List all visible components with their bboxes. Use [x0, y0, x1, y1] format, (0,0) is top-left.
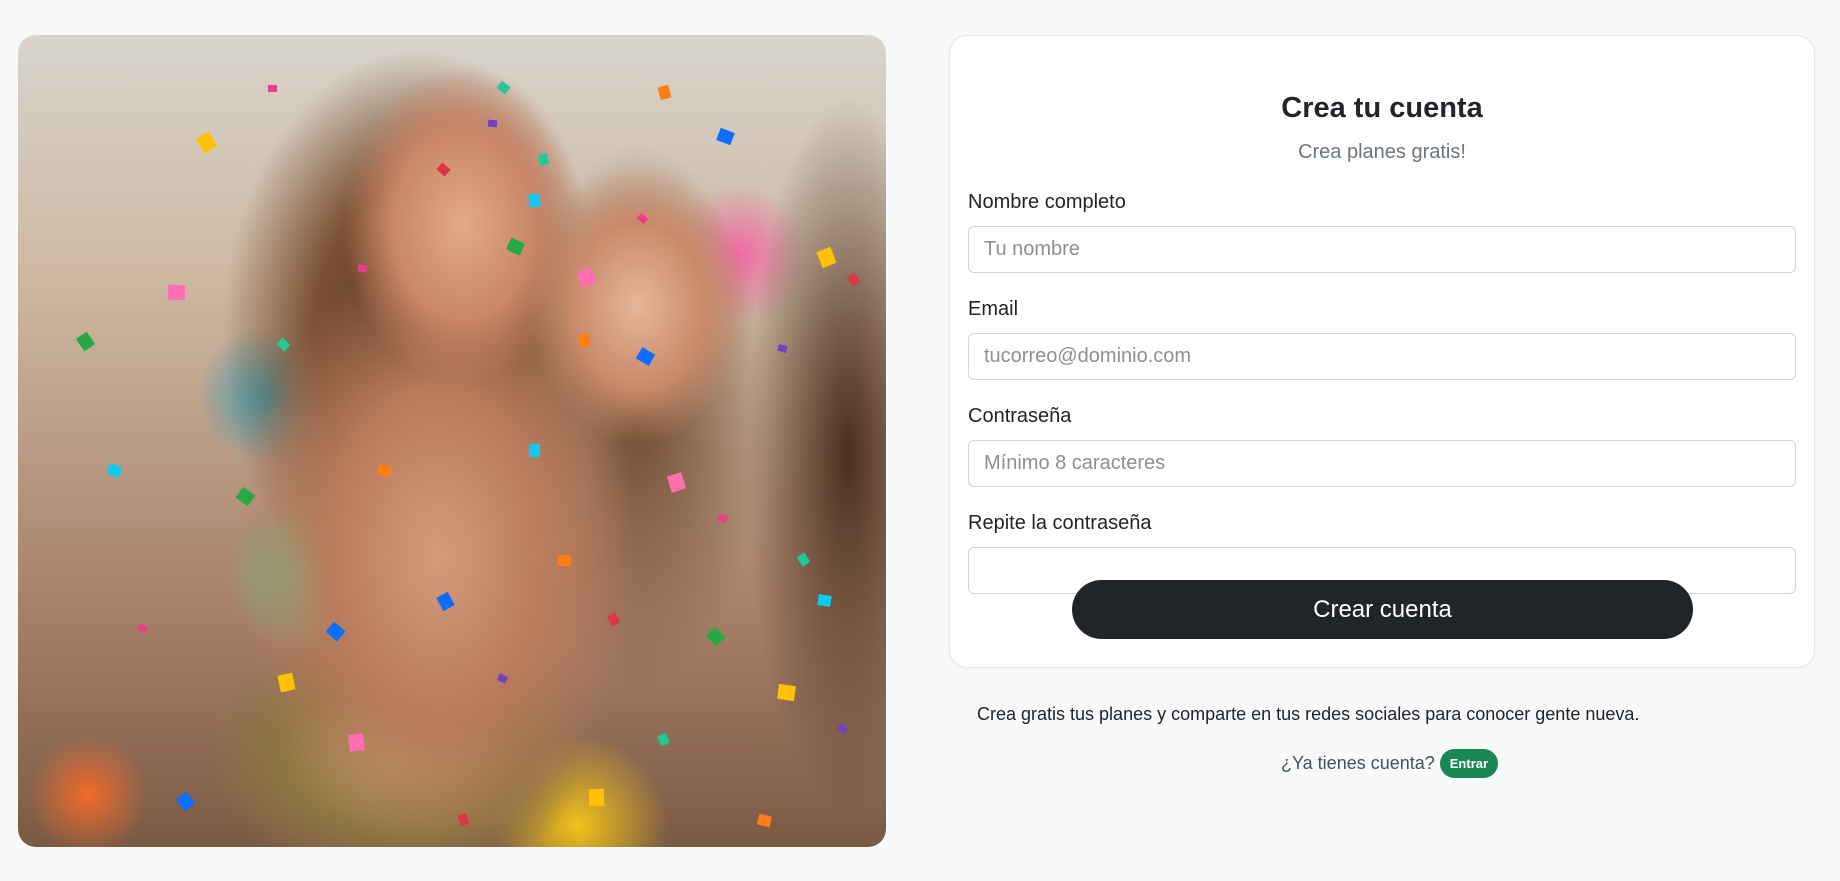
confetti-piece — [376, 462, 393, 479]
confetti-piece — [75, 331, 96, 352]
confetti-piece — [716, 127, 735, 146]
confetti-piece — [457, 812, 470, 827]
confetti-piece — [836, 723, 849, 734]
confetti-piece — [705, 626, 726, 647]
confetti-piece — [167, 284, 186, 301]
confetti-piece — [505, 237, 526, 256]
form-subtitle: Crea planes gratis! — [1298, 141, 1466, 163]
password-input[interactable] — [968, 440, 1796, 487]
confetti-piece — [527, 193, 542, 208]
login-button[interactable]: Entrar — [1439, 749, 1499, 778]
confetti-piece — [816, 246, 837, 269]
confetti-piece — [277, 672, 296, 693]
name-input[interactable] — [968, 226, 1796, 273]
confetti-piece — [575, 266, 598, 289]
confetti-piece — [578, 333, 591, 348]
email-label: Email — [968, 298, 1019, 320]
confetti-piece — [606, 612, 621, 627]
confetti-piece — [588, 788, 605, 807]
signup-page: Crea tu cuenta Crea planes gratis! Nombr… — [0, 0, 1840, 881]
confetti-piece — [777, 343, 788, 354]
confetti-piece — [777, 683, 796, 702]
form-title: Crea tu cuenta — [1281, 92, 1483, 124]
confetti-piece — [276, 337, 291, 352]
login-row: ¿Ya tienes cuenta? Entrar — [1281, 749, 1499, 778]
confetti-piece — [657, 84, 672, 101]
create-account-button[interactable]: Crear cuenta — [1072, 580, 1693, 639]
email-input[interactable] — [968, 333, 1796, 380]
confetti-piece — [796, 552, 811, 567]
confetti-piece — [348, 733, 365, 752]
confetti-piece — [666, 472, 687, 493]
confetti-piece — [537, 153, 550, 166]
confetti-piece — [557, 554, 572, 567]
confetti-piece — [717, 513, 728, 524]
confetti-piece — [496, 80, 511, 95]
confetti-piece — [528, 443, 541, 458]
confetti-piece — [846, 272, 861, 287]
login-question: ¿Ya tienes cuenta? — [1281, 753, 1435, 773]
promo-text: Crea gratis tus planes y comparte en tus… — [977, 704, 1640, 724]
confetti-piece — [657, 732, 670, 747]
confetti-piece — [195, 131, 218, 154]
confetti-piece — [235, 486, 256, 507]
confetti-piece — [268, 85, 277, 92]
confetti-piece — [487, 119, 498, 128]
confetti-piece — [175, 791, 196, 812]
hero-photo — [18, 35, 886, 847]
confetti-piece — [496, 673, 509, 684]
confetti-piece — [436, 591, 455, 612]
name-label: Nombre completo — [968, 191, 1126, 213]
confetti-piece — [357, 264, 368, 273]
confetti-piece — [436, 162, 451, 177]
confetti-piece — [106, 463, 123, 478]
confetti-piece — [817, 594, 832, 607]
signup-card: Crea tu cuenta Crea planes gratis! Nombr… — [949, 35, 1815, 668]
password-repeat-label: Repite la contraseña — [968, 512, 1152, 534]
confetti-piece — [136, 623, 149, 634]
password-label: Contraseña — [968, 405, 1072, 427]
confetti-piece — [636, 212, 649, 225]
confetti-piece — [635, 347, 656, 366]
confetti-piece — [756, 813, 773, 828]
confetti-piece — [325, 621, 346, 642]
